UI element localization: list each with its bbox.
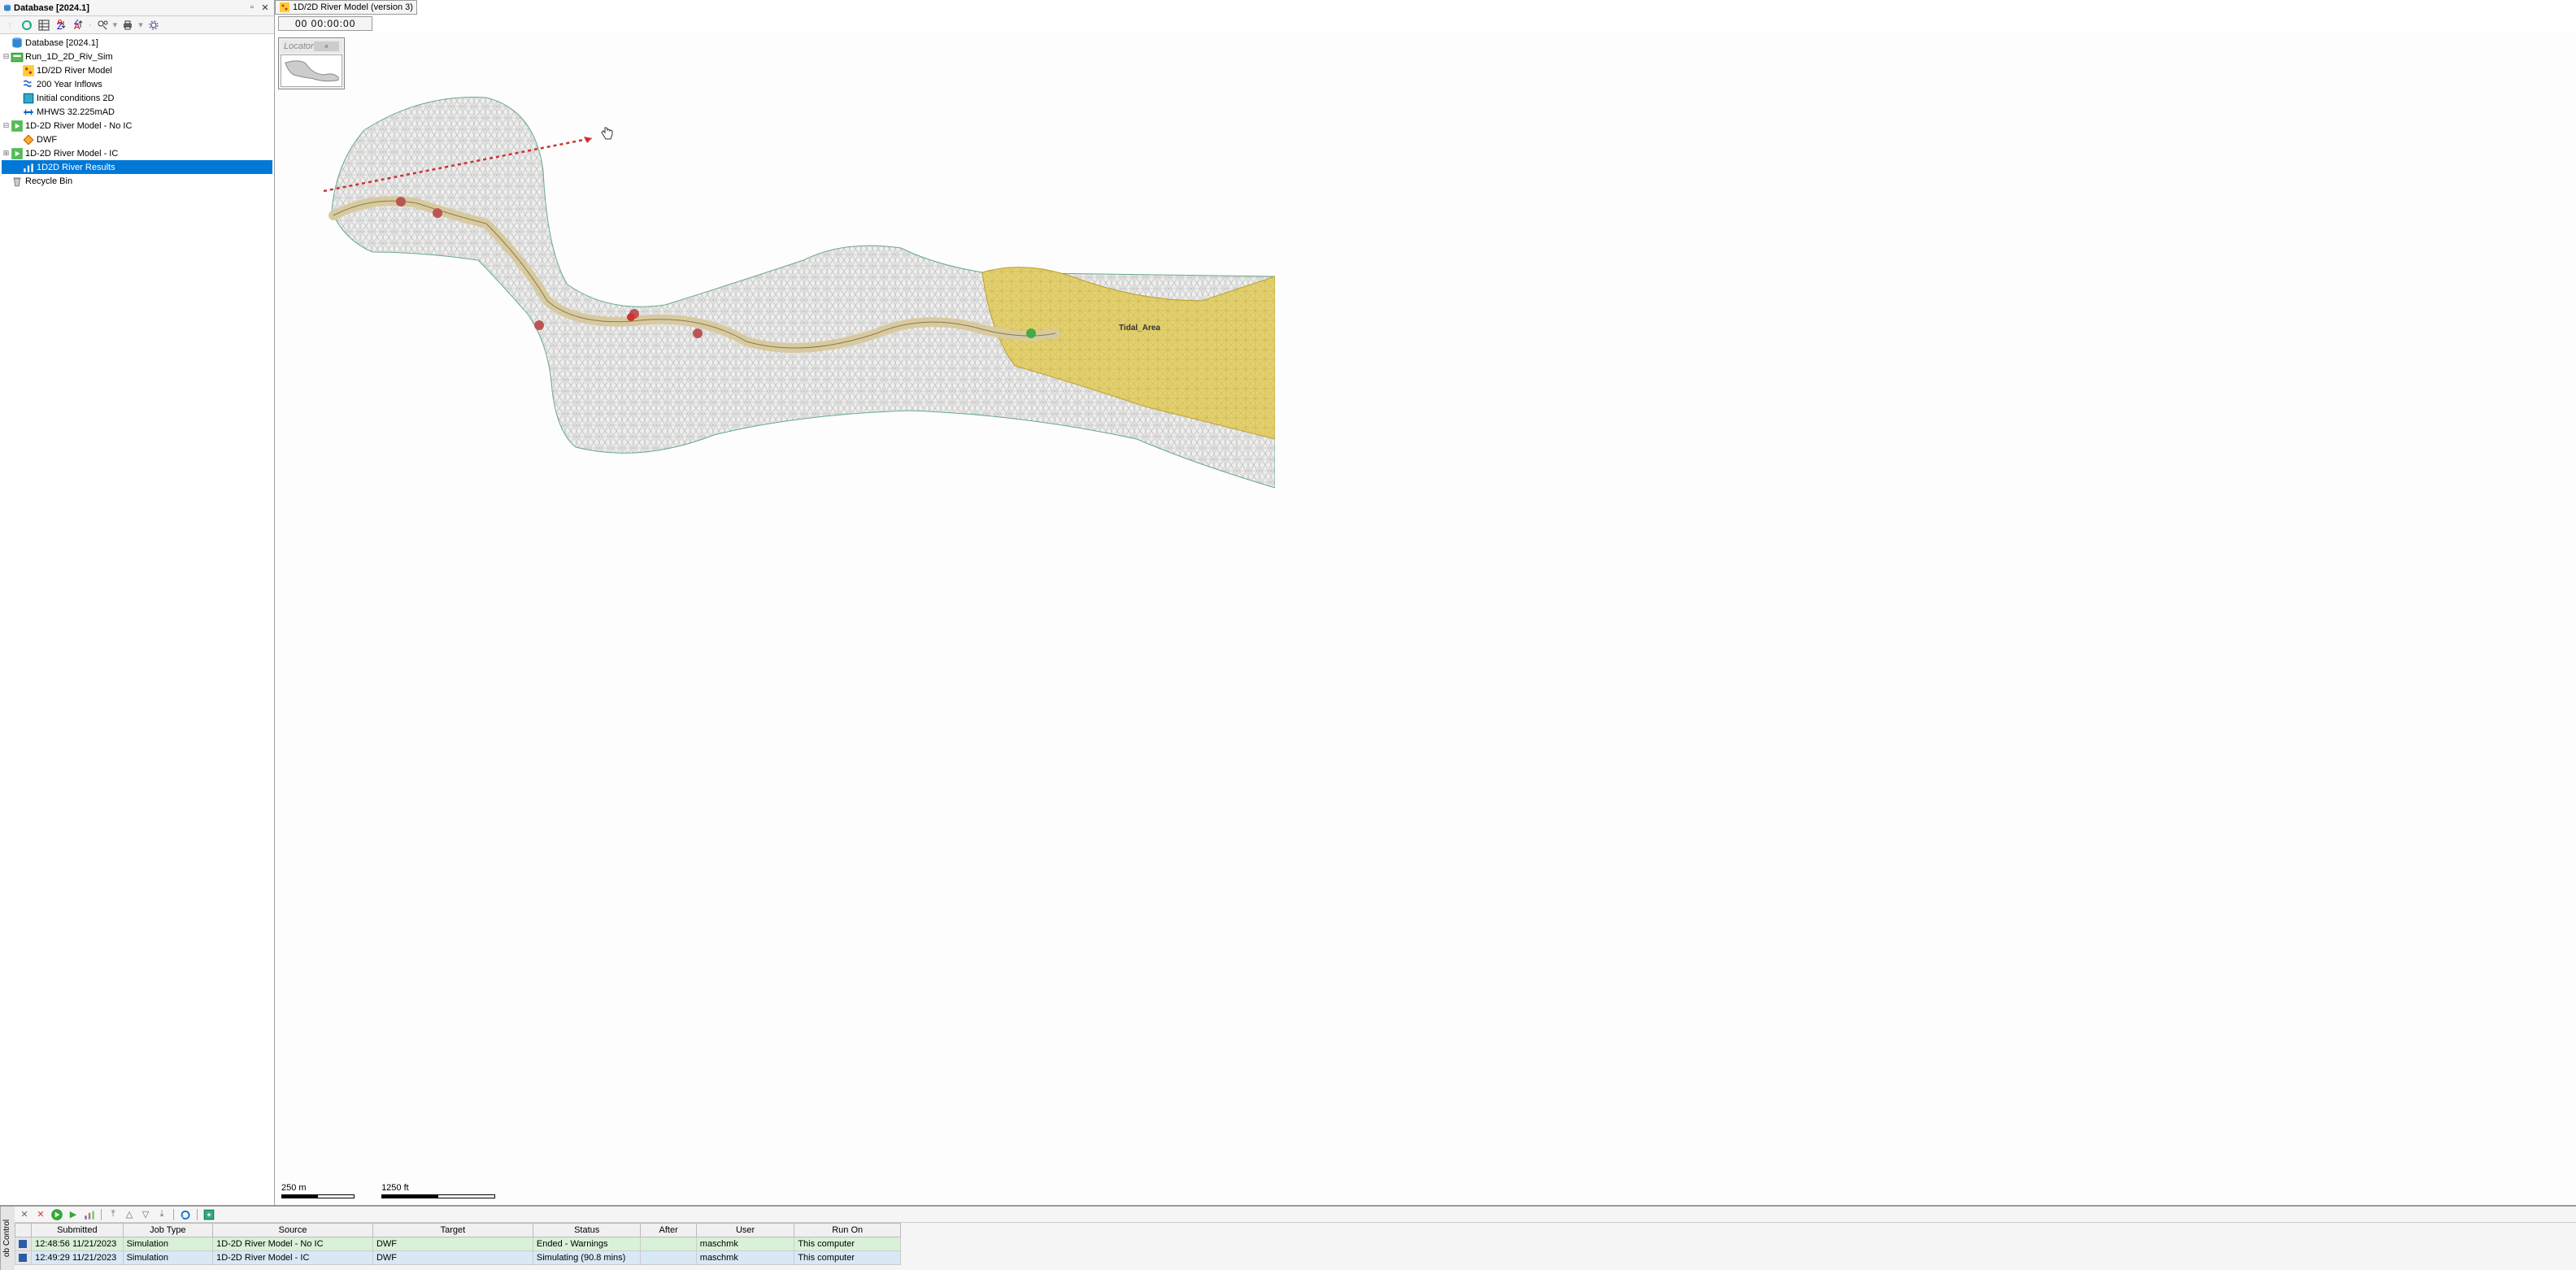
job-toolbar: ✕ ✕ ▶ ⤒ △ ▽ ⤓ [15,1207,2576,1223]
sidebar-header: Database [2024.1] ▫ ✕ [0,0,274,16]
col-user[interactable]: User [696,1224,794,1237]
down-button[interactable]: ▽ [139,1208,152,1221]
dwf-icon [22,134,35,146]
refresh-button[interactable] [179,1208,192,1221]
panel-title: Database [2024.1] [14,3,246,13]
model-icon [22,65,35,76]
run-icon [11,148,24,159]
drag-arrow-icon [324,130,608,195]
export-button[interactable] [202,1208,215,1221]
expand-icon[interactable]: ⊞ [2,149,11,158]
col-status[interactable]: Status [533,1224,641,1237]
sidebar-toolbar: ↑ AZ ZA · ▾ ▾ [0,16,274,34]
run-all-button[interactable] [50,1208,63,1221]
database-icon [11,37,24,49]
tree-results[interactable]: 1D2D River Results [2,160,272,174]
table-header-row: Submitted Job Type Source Target Status … [15,1224,901,1237]
table-row[interactable]: 12:49:29 11/21/2023 Simulation 1D-2D Riv… [15,1251,901,1265]
minimize-button[interactable]: ▫ [246,2,258,14]
map-view: 1D/2D River Model (version 3) 00 00:00:0… [275,0,2576,1205]
map-svg [275,33,1275,553]
bottom-button[interactable]: ⤓ [155,1208,168,1221]
inflow-icon [22,79,35,90]
results-icon [22,162,35,173]
tree-init-cond[interactable]: Initial conditions 2D [2,91,272,105]
drop-cursor-icon [600,126,615,146]
sort-az-icon[interactable]: AZ [54,19,67,32]
top-button[interactable]: ⤒ [107,1208,120,1221]
job-table[interactable]: Submitted Job Type Source Target Status … [15,1223,2576,1270]
tree-model-no-ic[interactable]: ⊟ 1D-2D River Model - No IC [2,119,272,133]
tree-root[interactable]: Database [2024.1] [2,36,272,50]
sim-group-icon [11,51,24,63]
delete-job-button[interactable]: ✕ [34,1208,47,1221]
scale-feet-label: 1250 ft [381,1183,409,1193]
close-button[interactable]: ✕ [259,2,271,14]
table-row[interactable]: 12:48:56 11/21/2023 Simulation 1D-2D Riv… [15,1237,901,1251]
scale-bar: 250 m 1250 ft [281,1183,495,1198]
database-icon [3,4,11,12]
chart-button[interactable] [83,1208,96,1221]
collapse-icon[interactable]: ⊟ [2,52,11,61]
col-marker[interactable] [15,1224,32,1237]
database-tree[interactable]: Database [2024.1] ⊟ Run_1D_2D_Riv_Sim 1D… [0,34,274,1205]
tidal-area-label: Tidal_Area [1119,324,1160,333]
print-icon[interactable] [121,19,134,32]
model-icon [279,2,290,13]
trash-icon [11,176,24,187]
tab-title: 1D/2D River Model (version 3) [293,2,413,12]
tree-dwf[interactable]: DWF [2,133,272,146]
run-button[interactable]: ▶ [67,1208,80,1221]
job-control-tab[interactable]: ob Control [0,1207,15,1270]
tree-model-ic[interactable]: ⊞ 1D-2D River Model - IC [2,146,272,160]
map-canvas[interactable]: Locator × [275,33,2576,1205]
up-button[interactable]: △ [123,1208,136,1221]
tree-inflows[interactable]: 200 Year Inflows [2,77,272,91]
close-panel-button[interactable]: ✕ [18,1208,31,1221]
init-cond-icon [22,93,35,104]
database-panel: Database [2024.1] ▫ ✕ ↑ AZ ZA · ▾ ▾ Data… [0,0,275,1205]
col-after[interactable]: After [641,1224,696,1237]
scale-meters-label: 250 m [281,1183,307,1193]
tree-river-model[interactable]: 1D/2D River Model [2,63,272,77]
col-run-on[interactable]: Run On [794,1224,901,1237]
job-control-panel: ob Control ✕ ✕ ▶ ⤒ △ ▽ ⤓ Submitted [0,1205,2576,1270]
col-target[interactable]: Target [372,1224,533,1237]
grid-icon[interactable] [37,19,50,32]
view-tab[interactable]: 1D/2D River Model (version 3) [275,0,417,15]
run-icon [11,120,24,132]
row-marker[interactable] [15,1237,32,1251]
col-source[interactable]: Source [213,1224,373,1237]
collapse-icon[interactable]: ⊟ [2,121,11,130]
time-display: 00 00:00:00 [278,16,372,31]
col-submitted[interactable]: Submitted [32,1224,124,1237]
row-marker[interactable] [15,1251,32,1265]
sort-za-icon[interactable]: ZA [72,19,85,32]
tree-sim-group[interactable]: ⊟ Run_1D_2D_Riv_Sim [2,50,272,63]
find-icon[interactable] [96,19,109,32]
gear-icon[interactable] [147,19,160,32]
col-job-type[interactable]: Job Type [123,1224,213,1237]
tree-mhws[interactable]: MHWS 32.225mAD [2,105,272,119]
up-arrow-icon[interactable]: ↑ [3,19,16,32]
svg-text:A: A [74,22,80,31]
tree-recycle-bin[interactable]: Recycle Bin [2,174,272,188]
refresh-icon[interactable] [20,19,33,32]
level-icon [22,107,35,118]
